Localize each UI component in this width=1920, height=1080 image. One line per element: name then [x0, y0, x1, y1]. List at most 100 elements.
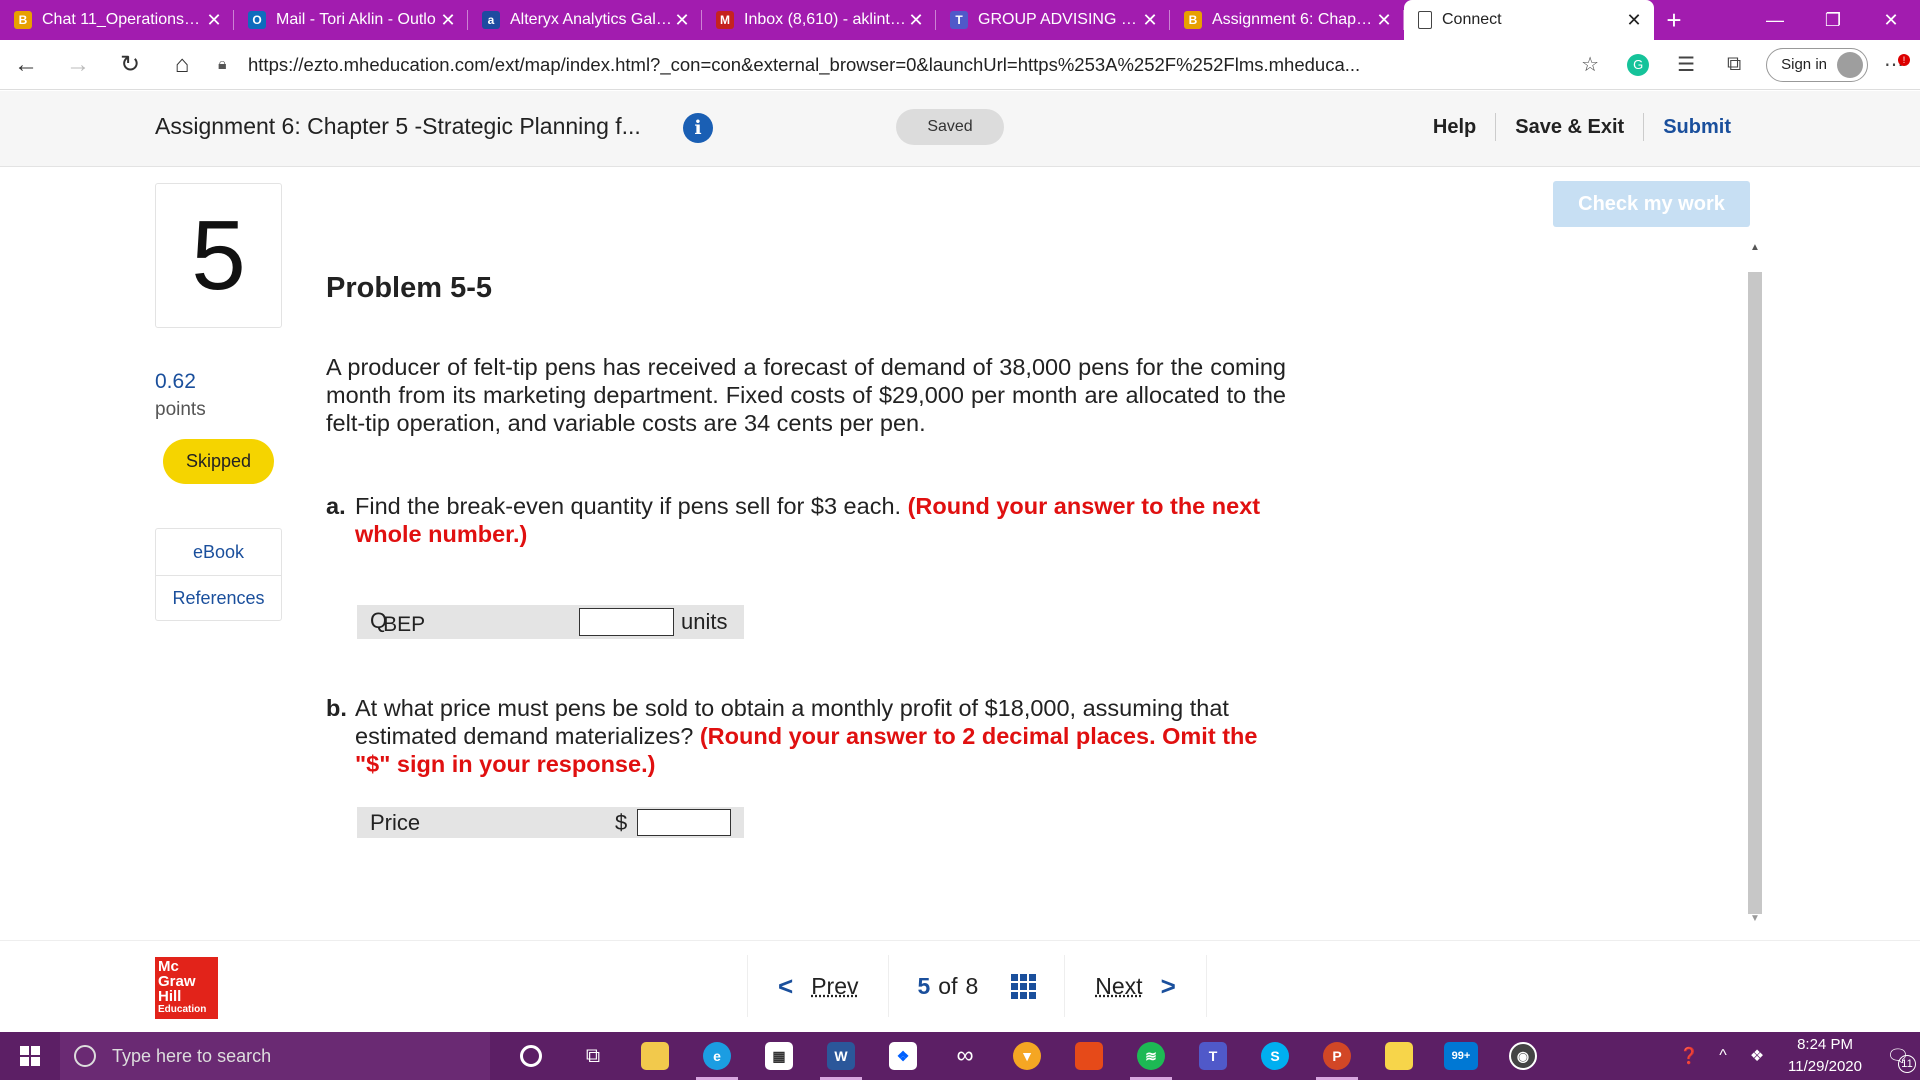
page-icon — [1418, 11, 1432, 29]
close-icon[interactable]: ✕ — [672, 10, 692, 31]
edge-icon[interactable]: e — [686, 1032, 748, 1080]
gmail-icon: M — [716, 11, 734, 29]
close-icon[interactable]: ✕ — [204, 10, 224, 31]
ebook-link[interactable]: eBook — [156, 529, 281, 575]
mcgraw-hill-logo: Mc Graw Hill Education — [155, 957, 218, 1019]
skype-icon[interactable]: S — [1244, 1032, 1306, 1080]
browser-tab[interactable]: T GROUP ADVISING MEE ✕ — [936, 0, 1170, 40]
forward-button[interactable]: → — [52, 45, 104, 85]
close-icon[interactable]: ✕ — [1374, 10, 1394, 31]
back-button[interactable]: ← — [0, 45, 52, 85]
outlook-icon: O — [248, 11, 266, 29]
dollar-sign: $ — [615, 809, 628, 835]
references-link[interactable]: References — [156, 575, 281, 621]
browser-tab[interactable]: a Alteryx Analytics Galler ✕ — [468, 0, 702, 40]
more-menu-icon[interactable]: ⋯! — [1876, 52, 1912, 77]
b-icon: B — [1184, 11, 1202, 29]
logo-line: Mc — [158, 958, 179, 975]
logo-line: Education — [158, 1004, 207, 1015]
part-a-text: Find the break-even quantity if pens sel… — [355, 493, 902, 519]
collections-icon[interactable]: ⧉ — [1710, 53, 1758, 76]
mail-badge: 99+ — [1444, 1042, 1478, 1070]
browser-tab[interactable]: M Inbox (8,610) - aklinta1 ✕ — [702, 0, 936, 40]
infinity-icon[interactable]: ∞ — [934, 1032, 996, 1080]
scrollbar-thumb[interactable] — [1748, 272, 1762, 914]
teams-icon[interactable]: T — [1182, 1032, 1244, 1080]
browser-tab[interactable]: O Mail - Tori Aklin - Outlo ✕ — [234, 0, 468, 40]
sticky-notes-icon[interactable] — [1368, 1032, 1430, 1080]
close-icon[interactable]: ✕ — [1140, 10, 1160, 31]
price-label: Price — [370, 809, 421, 835]
word-icon[interactable]: W — [810, 1032, 872, 1080]
file-explorer-icon[interactable] — [624, 1032, 686, 1080]
start-button[interactable] — [0, 1032, 60, 1080]
prev-button[interactable]: < Prev — [748, 971, 888, 1002]
close-window-icon[interactable]: ✕ — [1862, 0, 1920, 40]
clock[interactable]: 8:24 PM 11/29/2020 — [1774, 1034, 1876, 1078]
browser-tab[interactable]: B Assignment 6: Chapter ✕ — [1170, 0, 1404, 40]
help-icon[interactable]: ❓ — [1672, 1046, 1706, 1066]
sign-in-button[interactable]: Sign in — [1766, 47, 1868, 82]
logo-line: Graw — [158, 973, 196, 990]
refresh-button[interactable]: ↻ — [104, 45, 156, 85]
favorite-star-icon[interactable]: ☆ — [1566, 52, 1614, 77]
close-icon[interactable]: ✕ — [1624, 10, 1644, 31]
price-input[interactable] — [637, 809, 731, 836]
search-placeholder: Type here to search — [112, 1045, 272, 1066]
favorites-icon[interactable]: ☰ — [1662, 52, 1710, 77]
next-button[interactable]: Next > — [1065, 971, 1205, 1002]
browser-tab[interactable]: B Chat 11_Operations_20 ✕ — [0, 0, 234, 40]
resources-panel: eBook References — [155, 528, 282, 621]
system-tray: ❓ ^ ❖ 8:24 PM 11/29/2020 🗨︎ 11 — [1672, 1032, 1920, 1080]
grammarly-icon[interactable]: G — [1627, 53, 1650, 76]
lock-icon: 🔒︎ — [218, 55, 227, 73]
divider — [1205, 955, 1207, 1017]
chevron-up-icon[interactable]: ^ — [1706, 1047, 1740, 1065]
new-tab-button[interactable]: + — [1654, 0, 1694, 40]
help-link[interactable]: Help — [1414, 116, 1495, 139]
close-icon[interactable]: ✕ — [906, 10, 926, 31]
points-value: 0.62 — [155, 370, 196, 393]
url-field[interactable]: 🔒︎ https://ezto.mheducation.com/ext/map/… — [208, 46, 1566, 84]
dropbox-tray-icon[interactable]: ❖ — [1740, 1046, 1774, 1066]
scroll-down-arrow[interactable]: ▼ — [1747, 913, 1763, 925]
cortana-icon[interactable] — [500, 1032, 562, 1080]
brave-icon[interactable]: ▼ — [996, 1032, 1058, 1080]
mail-icon[interactable]: 99+ — [1430, 1032, 1492, 1080]
restore-icon[interactable]: ❐ — [1804, 0, 1862, 40]
close-icon[interactable]: ✕ — [438, 10, 458, 31]
task-view-icon[interactable]: ⧉ — [562, 1032, 624, 1080]
url-text: https://ezto.mheducation.com/ext/map/ind… — [248, 53, 1361, 75]
address-bar: ← → ↻ ⌂ 🔒︎ https://ezto.mheducation.com/… — [0, 40, 1920, 90]
tab-title: Inbox (8,610) - aklinta1 — [744, 11, 906, 28]
tab-connect[interactable]: Connect ✕ — [1404, 0, 1654, 40]
save-exit-link[interactable]: Save & Exit — [1496, 116, 1643, 139]
points-label: points — [155, 399, 206, 420]
powerpoint-icon[interactable]: P — [1306, 1032, 1368, 1080]
units-label: units — [681, 609, 728, 634]
notification-icon[interactable]: 🗨︎ 11 — [1876, 1046, 1920, 1073]
scroll-up-arrow[interactable]: ▲ — [1747, 242, 1763, 254]
current-question: 5 — [917, 972, 931, 999]
minimize-icon[interactable]: — — [1746, 0, 1804, 40]
qbep-input[interactable] — [579, 608, 674, 636]
office-icon[interactable] — [1058, 1032, 1120, 1080]
time: 8:24 PM — [1797, 1036, 1853, 1053]
grid-icon[interactable] — [1011, 973, 1037, 999]
question-position[interactable]: 5 of 8 — [889, 973, 1064, 1000]
tab-title: Mail - Tori Aklin - Outlo — [276, 11, 436, 28]
home-button[interactable]: ⌂ — [156, 45, 208, 85]
skipped-badge: Skipped — [163, 439, 274, 484]
sign-in-label: Sign in — [1781, 56, 1827, 73]
taskbar-search[interactable]: Type here to search — [60, 1032, 490, 1080]
store-icon[interactable]: ▦ — [748, 1032, 810, 1080]
assignment-title: Assignment 6: Chapter 5 -Strategic Plann… — [155, 113, 641, 139]
media-icon[interactable]: ◉ — [1492, 1032, 1554, 1080]
alert-badge: ! — [1898, 54, 1910, 66]
submit-link[interactable]: Submit — [1644, 116, 1750, 139]
question-number: 5 — [155, 183, 282, 328]
check-my-work-button[interactable]: Check my work — [1553, 181, 1750, 227]
spotify-icon[interactable]: ≋ — [1120, 1032, 1182, 1080]
info-icon[interactable]: i — [683, 113, 713, 143]
dropbox-icon[interactable]: ❖ — [872, 1032, 934, 1080]
